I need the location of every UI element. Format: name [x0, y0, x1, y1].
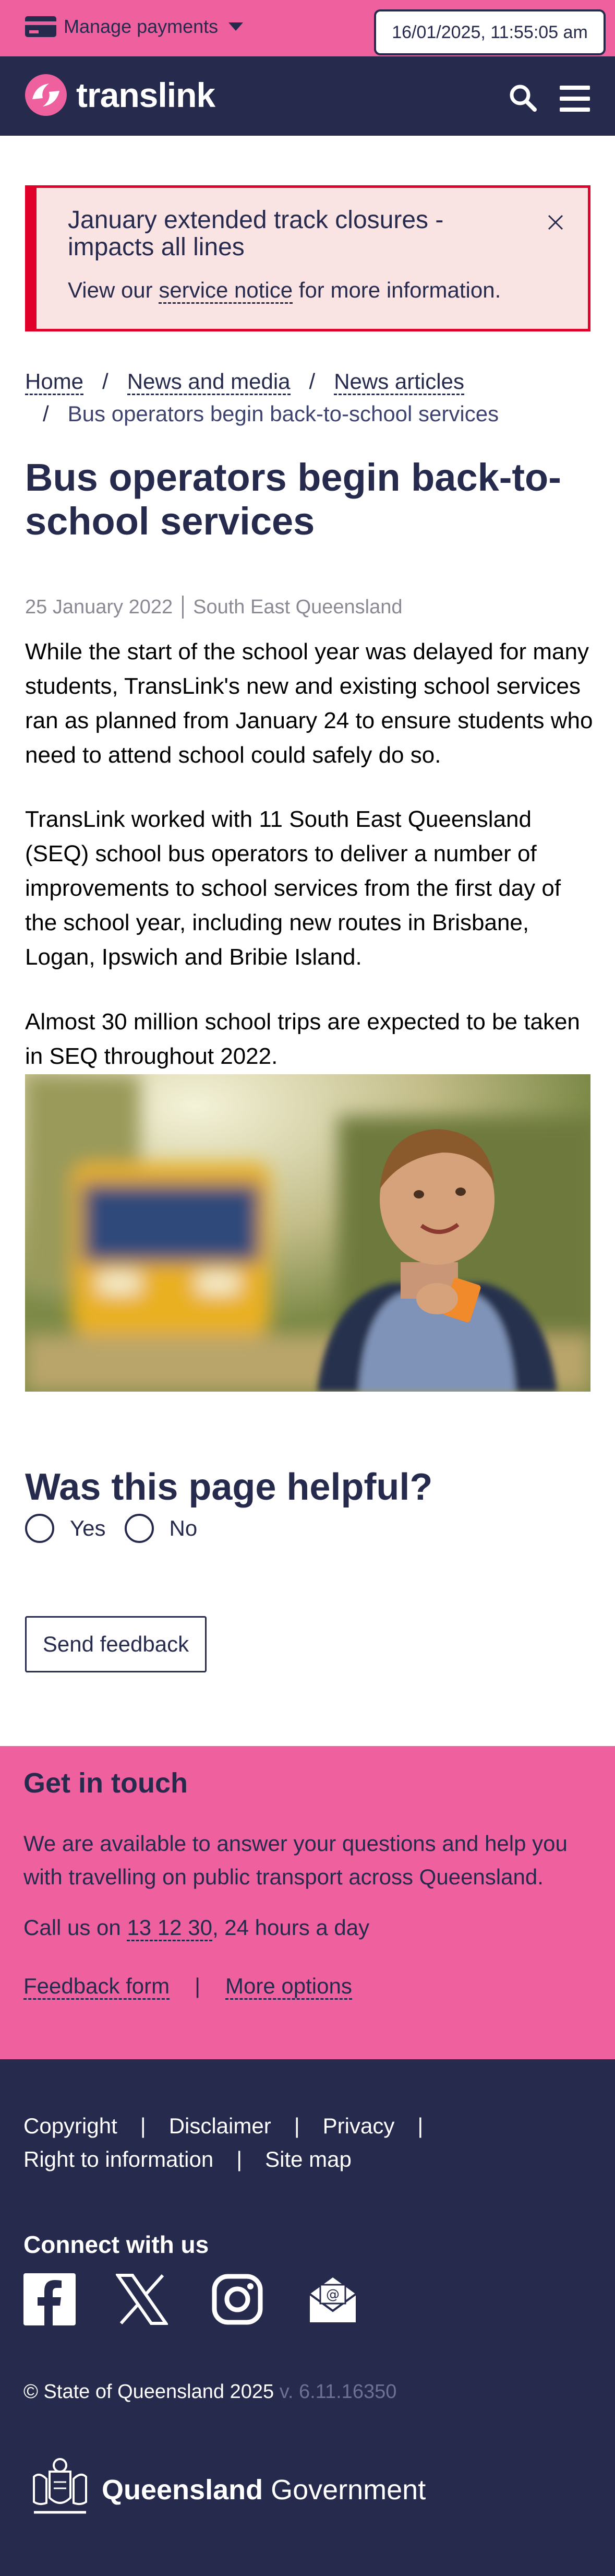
footer-link-privacy[interactable]: Privacy — [323, 2114, 395, 2138]
site-header: translink — [0, 56, 615, 136]
breadcrumb-separator: / — [102, 369, 108, 394]
article-paragraph: Almost 30 million school trips are expec… — [25, 1009, 580, 1069]
article-date: 25 January 2022 — [25, 596, 173, 618]
breadcrumb-separator: / — [43, 401, 49, 426]
email-icon[interactable]: @ — [307, 2273, 359, 2325]
manage-payments-dropdown[interactable]: Manage payments — [25, 16, 244, 38]
yes-radio[interactable] — [25, 1514, 54, 1543]
footer-link-copyright[interactable]: Copyright — [23, 2114, 117, 2138]
queensland-government-text: Queensland Government — [102, 2474, 426, 2506]
get-in-touch-text: We are available to answer your question… — [23, 1831, 568, 1889]
feedback-form-link[interactable]: Feedback form — [23, 1974, 170, 2000]
breadcrumb-news-and-media[interactable]: News and media — [127, 369, 291, 395]
no-label: No — [169, 1516, 198, 1540]
service-notice-link[interactable]: service notice — [159, 278, 293, 304]
copyright-text: © State of Queensland 2025 v. 6.11.16350 — [23, 2381, 396, 2403]
send-feedback-button[interactable]: Send feedback — [25, 1616, 207, 1672]
call-prefix: Call us on — [23, 1915, 127, 1940]
queensland-government-logo[interactable]: Queensland Government — [23, 2456, 426, 2524]
helpful-options: Yes No — [25, 1514, 216, 1543]
site-footer: Copyright | Disclaimer | Privacy | Right to i… — [0, 2059, 615, 2576]
search-icon[interactable] — [509, 84, 537, 112]
version-label: v. 6.11.16350 — [279, 2381, 397, 2403]
translink-logo[interactable]: translink — [25, 74, 215, 116]
helpful-question: Was this page helpful? — [25, 1466, 433, 1508]
footer-link-right-to-information[interactable]: Right to information — [23, 2147, 213, 2171]
footer-link-disclaimer[interactable]: Disclaimer — [169, 2114, 271, 2138]
article-paragraph: TransLink worked with 11 South East Quee… — [25, 806, 561, 970]
qgov-regular: Government — [263, 2474, 426, 2506]
article-meta: 25 January 2022 South East Queensland — [25, 596, 403, 619]
get-in-touch-title: Get in touch — [23, 1767, 188, 1799]
service-alert: January extended track closures - impact… — [25, 185, 590, 331]
copyright-label: © State of Queensland 2025 — [23, 2381, 274, 2403]
article-paragraph: While the start of the school year was d… — [25, 639, 593, 768]
connect-with-us-title: Connect with us — [23, 2231, 209, 2258]
page-title: Bus operators begin back-to-school servi… — [25, 456, 561, 543]
breadcrumb-home[interactable]: Home — [25, 369, 84, 395]
alert-text-prefix: View our — [68, 278, 159, 302]
instagram-icon[interactable] — [211, 2273, 263, 2325]
close-icon[interactable] — [547, 214, 564, 231]
call-us-text: Call us on 13 12 30, 24 hours a day — [23, 1915, 370, 1941]
footer-separator: | — [417, 2114, 424, 2138]
qgov-bold: Queensland — [102, 2474, 263, 2506]
logo-text: translink — [76, 76, 215, 114]
facebook-icon[interactable] — [23, 2273, 76, 2325]
breadcrumb-separator: / — [309, 369, 316, 394]
footer-separator: | — [140, 2114, 146, 2138]
yes-label: Yes — [70, 1516, 106, 1540]
meta-divider — [182, 596, 184, 619]
article-region: South East Queensland — [193, 596, 403, 618]
alert-title: January extended track closures - impact… — [68, 206, 444, 261]
breadcrumb-current: Bus operators begin back-to-school servi… — [67, 401, 499, 426]
svg-text:@: @ — [326, 2287, 340, 2302]
footer-separator: | — [294, 2114, 300, 2138]
more-options-link[interactable]: More options — [225, 1974, 352, 2000]
top-bar: Manage payments 16/01/2025, 11:55:05 am — [0, 0, 615, 56]
alert-text: View our service notice for more informa… — [68, 278, 501, 304]
translink-logo-icon — [25, 74, 67, 116]
article-image — [25, 1074, 590, 1392]
datetime-display: 16/01/2025, 11:55:05 am — [374, 9, 606, 55]
queensland-crest-icon — [33, 2458, 87, 2514]
chevron-down-icon — [228, 22, 244, 31]
footer-link-site-map[interactable]: Site map — [265, 2147, 352, 2171]
footer-links: Copyright | Disclaimer | Privacy | Right to i… — [23, 2109, 597, 2176]
footer-separator: | — [236, 2147, 243, 2171]
no-radio[interactable] — [124, 1514, 154, 1543]
contact-links: Feedback form | More options — [23, 1974, 352, 2000]
alert-text-suffix: for more information. — [293, 278, 501, 302]
schoolboy-bus-photo — [25, 1074, 590, 1392]
get-in-touch-section: Get in touch We are available to answer … — [0, 1746, 615, 2059]
x-icon[interactable] — [116, 2273, 168, 2325]
breadcrumb-news-articles[interactable]: News articles — [334, 369, 464, 395]
breadcrumb: Home / News and media / News articles / Bus o… — [25, 365, 594, 430]
phone-link[interactable]: 13 12 30 — [127, 1915, 212, 1941]
call-suffix: , 24 hours a day — [212, 1915, 370, 1940]
manage-payments-label: Manage payments — [64, 16, 219, 37]
credit-card-icon — [25, 16, 56, 37]
link-separator: | — [195, 1974, 201, 1998]
hamburger-menu-icon[interactable] — [560, 86, 590, 112]
